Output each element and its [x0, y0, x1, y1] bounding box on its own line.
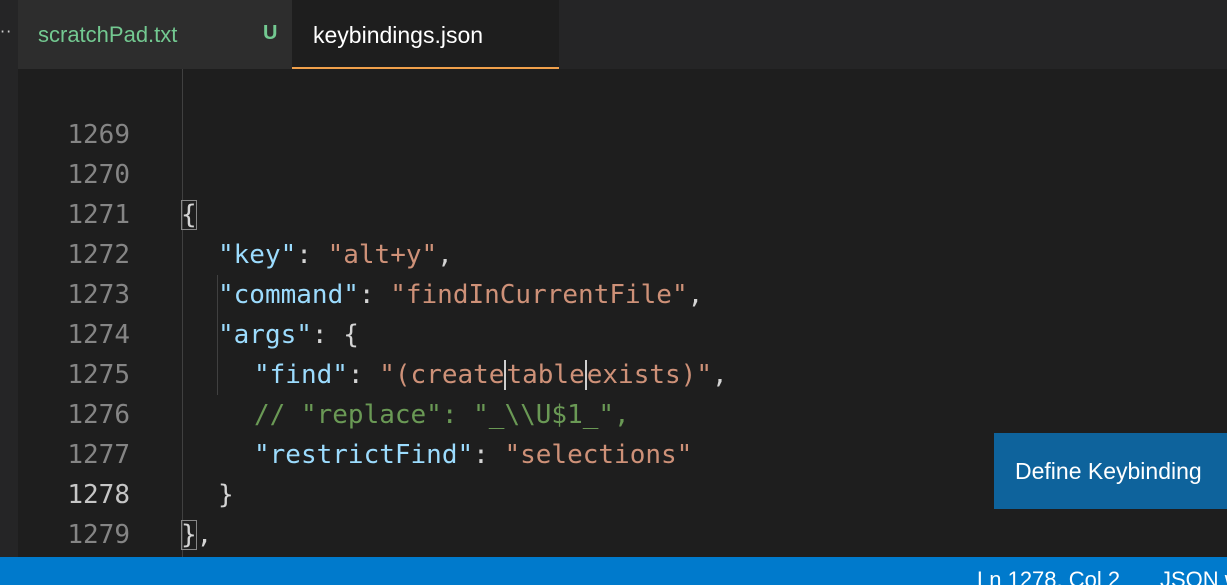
define-keybinding-button[interactable]: Define Keybinding [994, 433, 1227, 509]
tab-scratchpad[interactable]: scratchPad.txt U [18, 0, 292, 69]
tab-label: keybindings.json [313, 22, 484, 48]
language-mode-status[interactable]: JSON with Comments [1160, 567, 1227, 585]
code-line: 1269 [0, 75, 1227, 150]
tab-keybindings[interactable]: keybindings.json [292, 0, 559, 69]
code-line: 1276 "restrictFind": "selections" [0, 355, 1227, 470]
code-line: 1274 "find": "(createtableexists)", [0, 275, 1227, 390]
tab-label: scratchPad.txt [38, 22, 178, 47]
tab-bar: ·· scratchPad.txt U keybindings.json [0, 0, 1227, 69]
untracked-status-badge: U [263, 22, 278, 44]
status-bar: Ln 1278, Col 2 JSON with Comments [0, 557, 1227, 585]
cursor-position-status[interactable]: Ln 1278, Col 2 [977, 567, 1120, 585]
code-line: 1270 { [0, 115, 1227, 230]
code-line: 1275 // "replace": "_\\U$1_", [0, 315, 1227, 430]
code-line: 1272 "command": "findInCurrentFile", [0, 195, 1227, 310]
code-line: 1271 "key": "alt+y", [0, 155, 1227, 270]
code-line: 1273 "args": { [0, 235, 1227, 350]
code-line: 1280 [0, 515, 1227, 555]
code-line: 1277 } [0, 395, 1227, 510]
